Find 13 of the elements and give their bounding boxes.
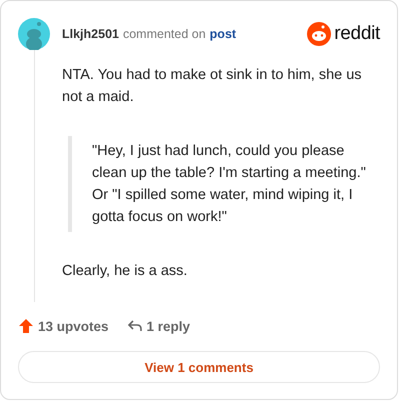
comment-text: NTA. You had to make ot sink in to him, she us not a maid. <box>62 66 363 107</box>
brand-name: reddit <box>334 23 380 45</box>
action-text: commented on <box>122 27 206 41</box>
comment-text: Clearly, he is a ass. <box>62 262 188 281</box>
author-name[interactable]: Llkjh2501 <box>62 27 119 41</box>
upvote-button[interactable]: 13 upvotes <box>18 318 109 334</box>
alien-logo-icon <box>307 22 332 46</box>
quote-text: "Hey, I just had lunch, could you please clean up the table? I'm starting a meeting." Or "I spilled some water, mind wiping it, I gotta focus on work!" <box>68 136 380 232</box>
reply-button[interactable]: 1 reply <box>126 318 190 334</box>
post-link[interactable]: post <box>210 27 236 41</box>
view-comments-button[interactable]: View 1 comments <box>18 351 380 383</box>
up-arrow-icon <box>18 318 34 334</box>
avatar-icon <box>18 18 50 50</box>
